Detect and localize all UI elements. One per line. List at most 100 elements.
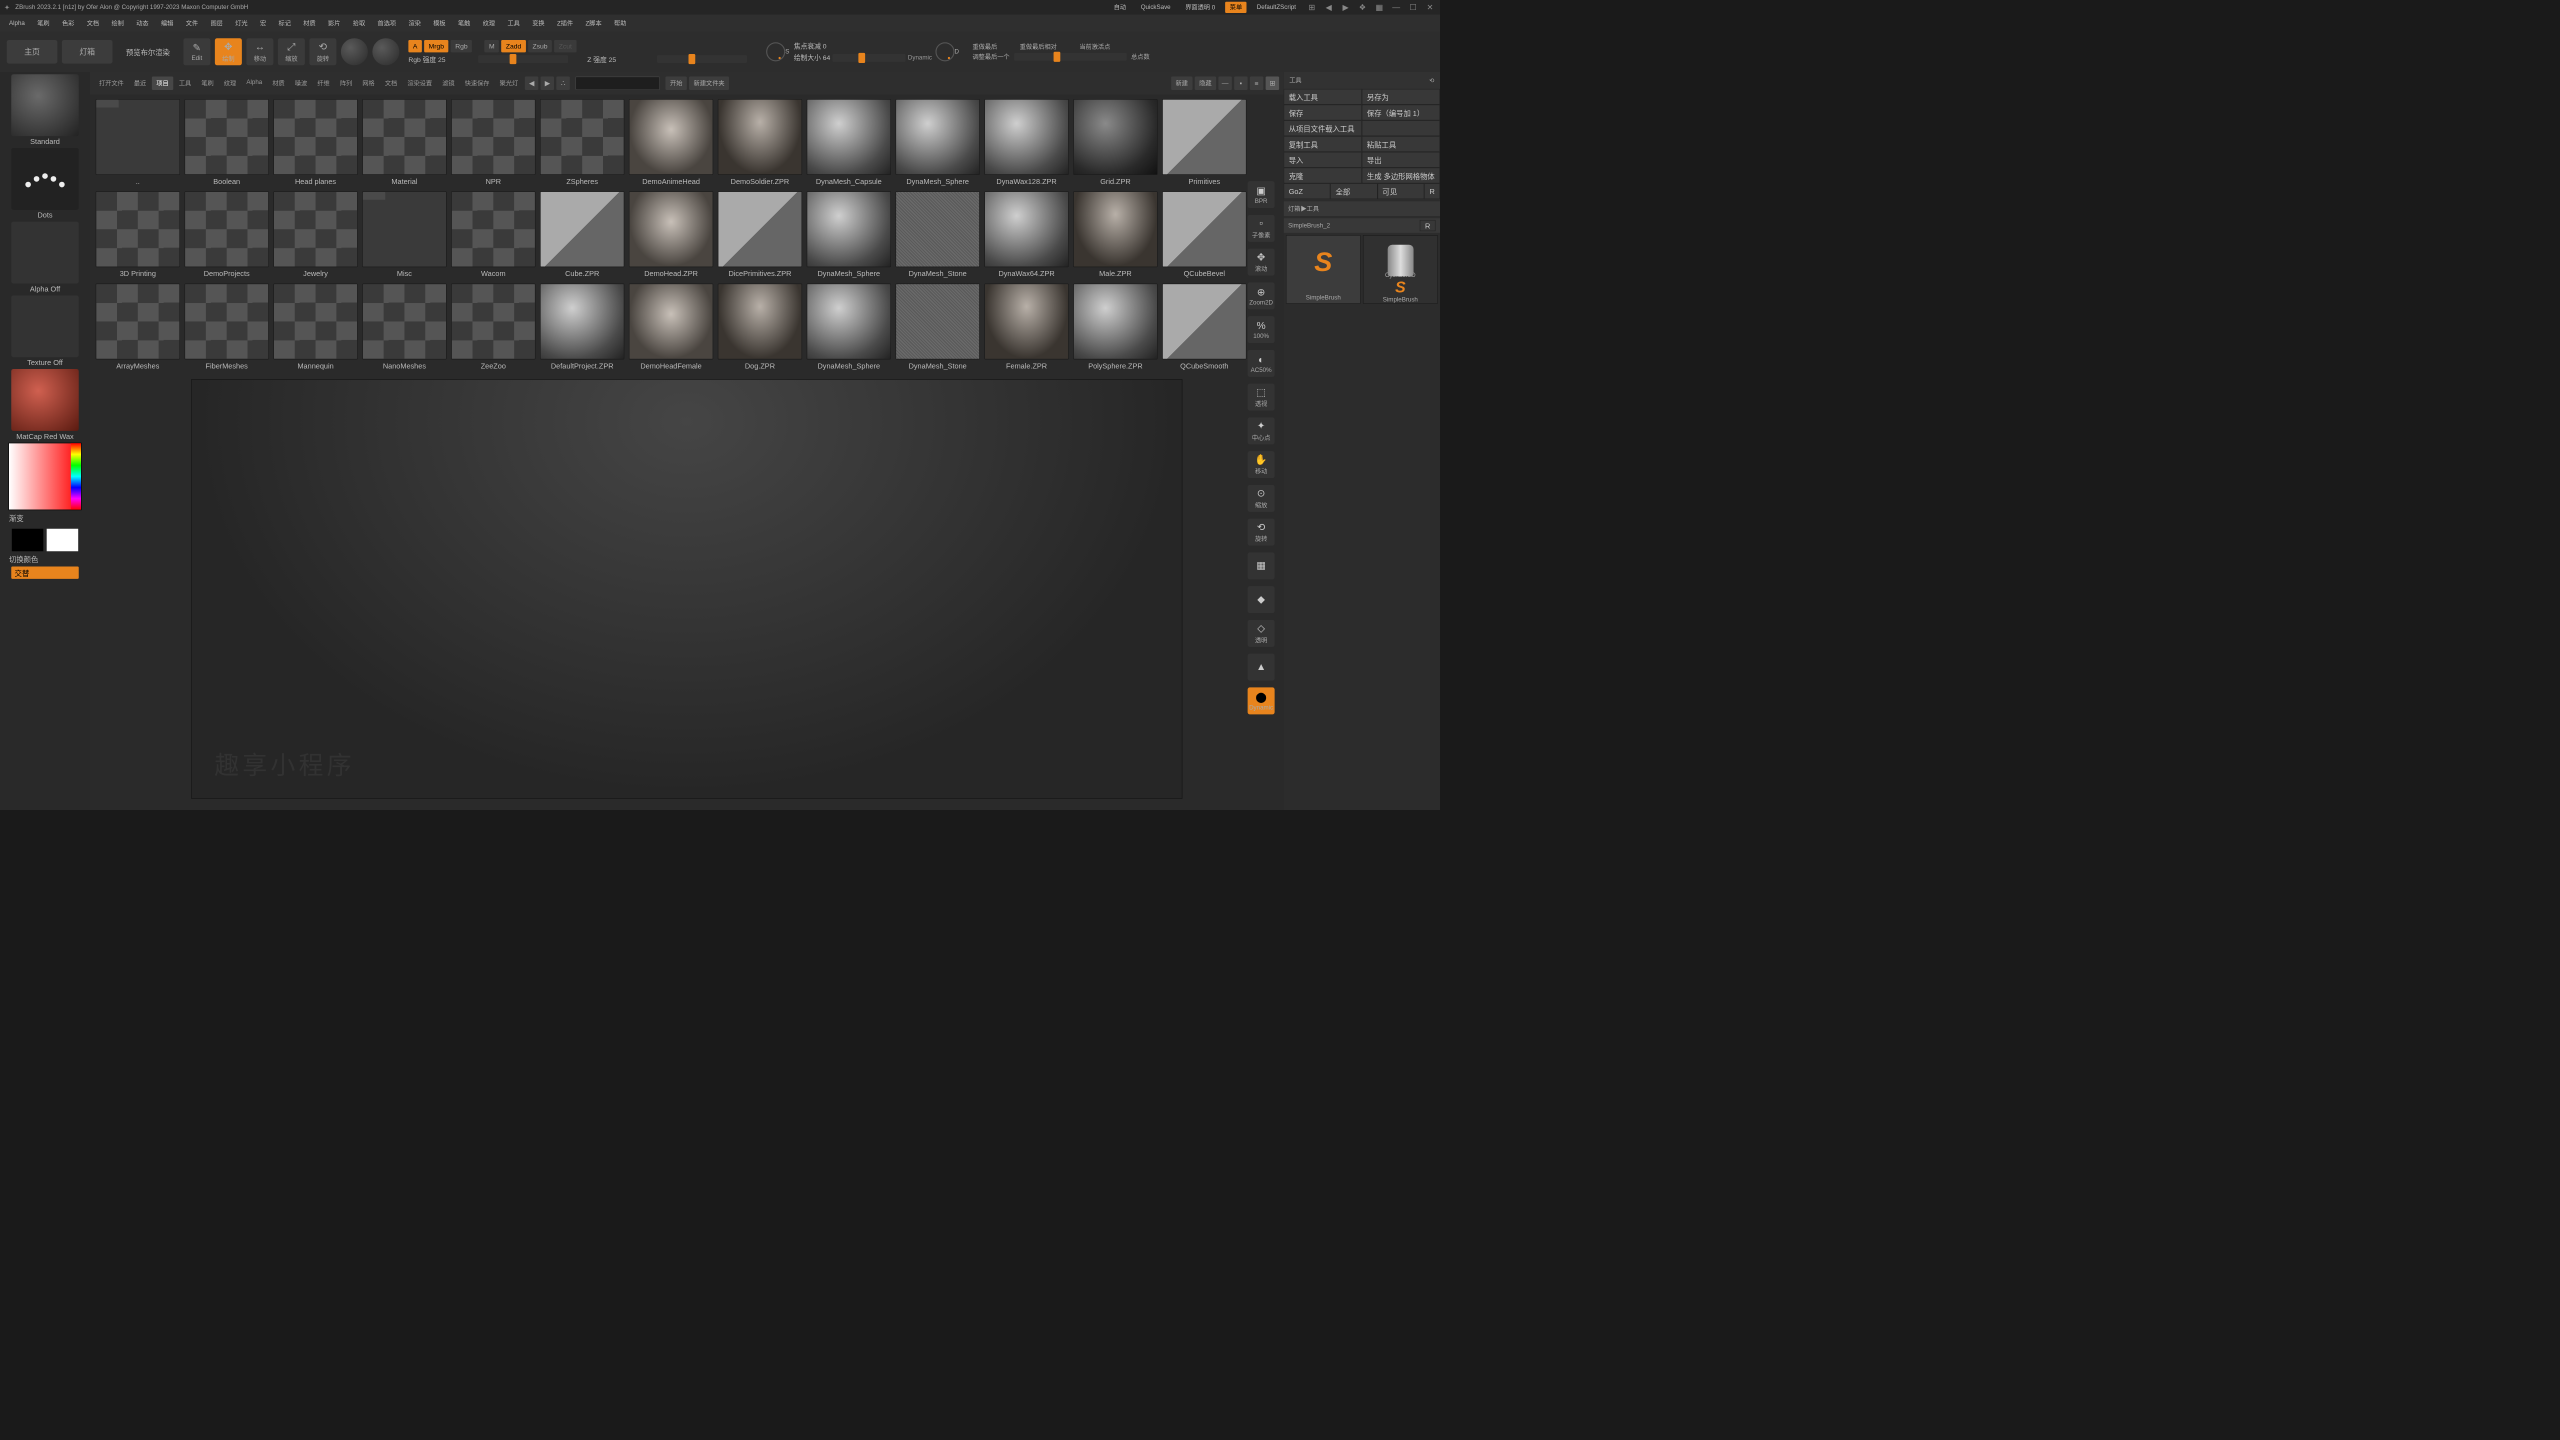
viewport-btn-BPR[interactable]: ▣BPR — [1248, 181, 1275, 208]
matcap-thumb[interactable] — [11, 369, 79, 431]
menu-笔刷[interactable]: 笔刷 — [37, 19, 49, 28]
menu-动态[interactable]: 动态 — [136, 19, 148, 28]
z-intensity-slider[interactable] — [657, 55, 747, 63]
browser-new-button[interactable]: 新建 — [1171, 77, 1192, 91]
zcut-chip[interactable]: Zcut — [554, 40, 576, 52]
lightbox-tab-15[interactable]: 快速保存 — [460, 77, 494, 91]
edit-button[interactable]: ✎Edit — [183, 38, 210, 65]
lightbox-tab-5[interactable]: 纹理 — [219, 77, 240, 91]
grid-item[interactable]: DynaMesh_Sphere — [807, 191, 891, 278]
tool-panel-btn-GoZ[interactable]: GoZ — [1284, 183, 1331, 199]
grid-item[interactable]: Primitives — [1162, 99, 1246, 186]
texture-off-thumb[interactable] — [11, 295, 79, 357]
viewport-btn-100%[interactable]: %100% — [1248, 316, 1275, 343]
viewport-btn-透明[interactable]: ◇透明 — [1248, 620, 1275, 647]
layout-next-icon[interactable]: ▶ — [1340, 3, 1351, 13]
tool-panel-btn-复制工具[interactable]: 复制工具 — [1284, 136, 1362, 152]
browser-next-icon[interactable]: ▶ — [541, 77, 555, 91]
lightbox-tab-0[interactable]: 打开文件 — [95, 77, 129, 91]
lightbox-tab-8[interactable]: 噪波 — [290, 77, 311, 91]
lightbox-tab-9[interactable]: 纤维 — [313, 77, 334, 91]
grid-item[interactable]: Head planes — [273, 99, 357, 186]
viewport-btn-Dynamic[interactable]: ⬤Dynamic — [1248, 687, 1275, 714]
grid-item[interactable]: DynaWax128.ZPR — [984, 99, 1068, 186]
tool-panel-collapse-icon[interactable]: ⟲ — [1429, 77, 1434, 84]
menu-Z脚本[interactable]: Z脚本 — [585, 19, 601, 28]
grid-item[interactable]: DynaMesh_Sphere — [807, 284, 891, 371]
close-icon[interactable]: ✕ — [1424, 3, 1435, 13]
menu-拾取[interactable]: 拾取 — [353, 19, 365, 28]
menu-文件[interactable]: 文件 — [186, 19, 198, 28]
grid-item[interactable]: NanoMeshes — [362, 284, 446, 371]
menu-材质[interactable]: 材质 — [303, 19, 315, 28]
color-icon[interactable]: ▦ — [1374, 3, 1385, 13]
grid-item[interactable]: DynaMesh_Stone — [896, 284, 980, 371]
swatch-black[interactable] — [12, 529, 44, 552]
brush-mode-1-button[interactable] — [341, 38, 368, 65]
brush-standard-thumb[interactable] — [11, 74, 79, 136]
grid-item[interactable]: Male.ZPR — [1073, 191, 1157, 278]
preview-boolean-button[interactable]: 预览布尔渲染 — [117, 46, 179, 57]
tool-panel-btn-另存为[interactable]: 另存为 — [1362, 89, 1440, 105]
grid-item[interactable]: Boolean — [185, 99, 269, 186]
gradient-label[interactable]: 渐变 — [9, 512, 24, 523]
home-tab[interactable]: 主页 — [7, 40, 58, 64]
browser-prev-icon[interactable]: ◀ — [525, 77, 539, 91]
tool-simplebrush[interactable]: SSimpleBrush — [1286, 235, 1361, 304]
grid-item[interactable]: ZSpheres — [540, 99, 624, 186]
grid-item[interactable]: DemoSoldier.ZPR — [718, 99, 802, 186]
viewport-btn-缩放[interactable]: ⊙缩放 — [1248, 485, 1275, 512]
tool-panel-btn-可见[interactable]: 可见 — [1377, 183, 1424, 199]
lightbox-tab-13[interactable]: 渲染设置 — [403, 77, 437, 91]
view-grid-icon[interactable]: ⊞ — [1266, 77, 1280, 91]
viewport-btn-滚动[interactable]: ✥滚动 — [1248, 249, 1275, 276]
lightbox-tab-6[interactable]: Alpha — [242, 77, 267, 91]
menu-首选项[interactable]: 首选项 — [378, 19, 397, 28]
grid-item[interactable]: Grid.ZPR — [1073, 99, 1157, 186]
focal-dial[interactable] — [766, 42, 785, 61]
rgb-intensity-slider[interactable] — [478, 55, 568, 63]
menu-模板[interactable]: 模板 — [433, 19, 445, 28]
menu-渲染[interactable]: 渲染 — [408, 19, 420, 28]
menu-影片[interactable]: 影片 — [328, 19, 340, 28]
lightbox-tab-7[interactable]: 材质 — [268, 77, 289, 91]
menu-工具[interactable]: 工具 — [507, 19, 519, 28]
scale-button[interactable]: ⤢缩放 — [278, 38, 305, 65]
grid-item[interactable]: ArrayMeshes — [96, 284, 180, 371]
grid-item[interactable]: DynaMesh_Stone — [896, 191, 980, 278]
grid-item[interactable]: DemoAnimeHead — [629, 99, 713, 186]
grid-item[interactable]: 3D Printing — [96, 191, 180, 278]
redo-last-label[interactable]: 重做最后相对 — [1020, 42, 1057, 51]
tool-panel-btn-载入工具[interactable]: 载入工具 — [1284, 89, 1362, 105]
grid-item[interactable]: DicePrimitives.ZPR — [718, 191, 802, 278]
lightbox-tab-4[interactable]: 笔刷 — [197, 77, 218, 91]
r-button[interactable]: R — [1420, 220, 1436, 231]
tool-panel-btn-全部[interactable]: 全部 — [1330, 183, 1377, 199]
grid-item[interactable]: DynaWax64.ZPR — [984, 191, 1068, 278]
viewport-btn-中心点[interactable]: ✦中心点 — [1248, 417, 1275, 444]
ui-opacity[interactable]: 界面透明 0 — [1181, 2, 1220, 13]
menu-帮助[interactable]: 帮助 — [614, 19, 626, 28]
history-slider[interactable] — [1014, 53, 1127, 61]
browser-hide-button[interactable]: 隐藏 — [1195, 77, 1216, 91]
m-chip[interactable]: M — [485, 40, 500, 52]
viewport-btn-14[interactable]: ▲ — [1248, 654, 1275, 681]
grid-item[interactable]: Wacom — [451, 191, 535, 278]
zsub-chip[interactable]: Zsub — [528, 40, 552, 52]
grid-item[interactable]: Misc — [362, 191, 446, 278]
browser-newfolder-button[interactable]: 新建文件夹 — [689, 77, 729, 91]
lightbox-tab[interactable]: 灯箱 — [62, 40, 113, 64]
tool-panel-btn-导出[interactable]: 导出 — [1362, 152, 1440, 168]
tool-panel-btn-R[interactable]: R — [1424, 183, 1440, 199]
menu-文档[interactable]: 文档 — [87, 19, 99, 28]
viewport-btn-旋转[interactable]: ⟲旋转 — [1248, 519, 1275, 546]
alpha-off-thumb[interactable] — [11, 222, 79, 284]
grid-item[interactable]: .. — [96, 99, 180, 186]
tool-panel-btn-从项目文件载入工具[interactable]: 从项目文件载入工具 — [1284, 120, 1362, 136]
grid-item[interactable]: Jewelry — [273, 191, 357, 278]
viewport-btn-AC50%[interactable]: ◐AC50% — [1248, 350, 1275, 377]
tool-panel-btn-保存[interactable]: 保存 — [1284, 105, 1362, 121]
document-canvas[interactable]: 趣享小程序 — [191, 379, 1182, 799]
tool-panel-btn-导入[interactable]: 导入 — [1284, 152, 1362, 168]
grid-item[interactable]: DemoHead.ZPR — [629, 191, 713, 278]
